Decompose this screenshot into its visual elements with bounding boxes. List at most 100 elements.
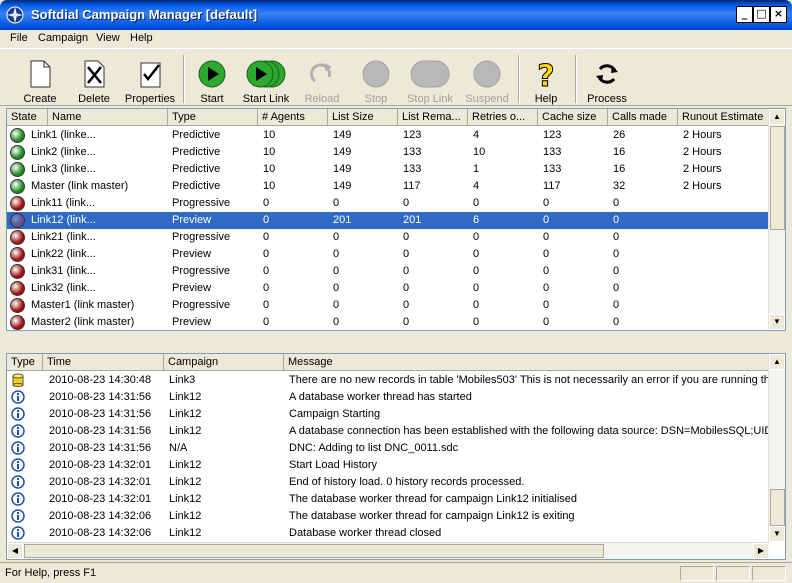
campaign-row[interactable]: Master1 (link master) Progressive 0 0 0 0 0 0 [7,297,770,314]
campaign-row[interactable]: Master2 (link master) Preview 0 0 0 0 0 0 [7,314,770,330]
play-multiple-green-icon [246,60,286,88]
scroll-left-arrow[interactable]: ◀ [7,543,23,559]
col-header-type[interactable]: Type [168,109,258,126]
state-red-indicator-icon [10,281,25,296]
process-button[interactable]: Process [583,53,631,105]
scroll-up-arrow[interactable]: ▲ [769,109,785,125]
help-button[interactable]: ? Help [524,53,568,105]
message-log-list[interactable]: Type Time Campaign Message 2010-08-23 14… [6,353,786,560]
log-time: 2010-08-23 14:31:56 [49,391,152,403]
process-cycle-icon [596,64,618,84]
campaign-row[interactable]: Link2 (linke... Predictive 10 149 133 10 133 16… [7,144,770,161]
log-row[interactable]: 2010-08-23 14:32:06 Link12 Database worker… [7,525,770,542]
campaign-row[interactable]: Link22 (link... Preview 0 0 0 0 0 0 [7,246,770,263]
scroll-thumb[interactable] [770,489,785,526]
title-bar[interactable]: Softdial Campaign Manager [default] _ □ … [0,0,792,30]
campaign-cell-5: 0 [473,299,480,311]
log-campaign: Link12 [169,459,202,471]
col-header-time[interactable]: Time [43,354,164,371]
campaign-row[interactable]: Link11 (link... Progressive 0 0 0 0 0 0 [7,195,770,212]
campaign-cell-3: 0 [333,248,340,260]
campaign-list-vscrollbar[interactable]: ▲ ▼ [768,109,785,330]
properties-checklist-icon [140,62,161,88]
menu-view[interactable]: View [96,32,120,44]
log-row[interactable]: 2010-08-23 14:32:01 Link12 Start Load Hist… [7,457,770,474]
scroll-up-arrow[interactable]: ▲ [769,354,785,370]
campaign-row[interactable]: Link31 (link... Progressive 0 0 0 0 0 0 [7,263,770,280]
col-header-type[interactable]: Type [7,354,43,371]
campaign-cell-1: Progressive [172,299,231,311]
log-list-vscrollbar[interactable]: ▲ ▼ [768,354,785,542]
campaign-cell-6: 0 [543,214,550,226]
close-button[interactable]: × [770,6,787,23]
scroll-down-arrow[interactable]: ▼ [769,314,785,330]
campaign-row[interactable]: Link12 (link... Preview 0 201 201 6 0 0 [7,212,770,229]
log-row[interactable]: 2010-08-23 14:32:01 Link12 End of history … [7,474,770,491]
info-icon [11,458,25,472]
scroll-thumb[interactable] [24,544,604,558]
campaign-row[interactable]: Link3 (linke... Predictive 10 149 133 1 133 16 2… [7,161,770,178]
campaign-cell-0: Master2 (link master) [31,316,135,328]
log-row[interactable]: 2010-08-23 14:30:48 Link3 There are no new… [7,372,770,389]
col-header-message[interactable]: Message [284,354,770,371]
info-icon [11,475,25,489]
col-header-name[interactable]: Name [48,109,168,126]
properties-button[interactable]: Properties [122,53,178,105]
scroll-right-arrow[interactable]: ▶ [753,543,769,559]
log-time: 2010-08-23 14:32:06 [49,510,152,522]
campaign-list[interactable]: State Name Type # Agents List Size List … [6,108,786,331]
menu-campaign[interactable]: Campaign [38,32,88,44]
col-header-list-size[interactable]: List Size [328,109,398,126]
suspend-button[interactable]: Suspend [463,53,511,105]
menu-help[interactable]: Help [130,32,153,44]
campaign-cell-7: 0 [613,214,620,226]
stop-link-button[interactable]: Stop Link [404,53,456,105]
campaign-cell-1: Progressive [172,231,231,243]
log-row[interactable]: 2010-08-23 14:32:06 Link12 The database wo… [7,508,770,525]
col-header-agents[interactable]: # Agents [258,109,328,126]
campaign-list-header: State Name Type # Agents List Size List … [7,109,770,126]
log-message: Database worker thread closed [289,527,442,539]
stop-grey-icon [362,60,390,88]
maximize-button[interactable]: □ [753,6,770,23]
col-header-runout[interactable]: Runout Estimate [678,109,770,126]
log-campaign: Link12 [169,476,202,488]
pane-splitter[interactable] [0,341,792,351]
log-row[interactable]: 2010-08-23 14:31:56 Link12 A database work… [7,389,770,406]
info-icon [11,390,25,404]
col-header-campaign[interactable]: Campaign [164,354,284,371]
start-button[interactable]: Start [190,53,234,105]
state-red-indicator-icon [10,315,25,330]
campaign-cell-3: 149 [333,180,352,192]
col-header-list-remaining[interactable]: List Rema... [398,109,468,126]
create-button[interactable]: Create [16,53,64,105]
col-header-retries[interactable]: Retries o... [468,109,538,126]
scroll-thumb[interactable] [770,126,785,230]
log-row[interactable]: 2010-08-23 14:31:56 Link12 A database conn… [7,423,770,440]
campaign-row[interactable]: Link32 (link... Preview 0 0 0 0 0 0 [7,280,770,297]
status-text: For Help, press F1 [5,567,97,579]
log-row[interactable]: 2010-08-23 14:32:01 Link12 The database wo… [7,491,770,508]
log-row[interactable]: 2010-08-23 14:31:56 Link12 Campaign Starti… [7,406,770,423]
col-header-cache-size[interactable]: Cache size [538,109,608,126]
log-row[interactable]: 2010-08-23 14:31:56 N/A DNC: Adding to lis… [7,440,770,457]
log-list-hscrollbar[interactable]: ◀ ▶ [7,542,770,559]
stop-button[interactable]: Stop [354,53,398,105]
info-icon [11,441,25,455]
state-green-indicator-icon [10,179,25,194]
delete-button[interactable]: Delete [70,53,118,105]
scroll-down-arrow[interactable]: ▼ [769,526,785,542]
minimize-button[interactable]: _ [736,6,753,23]
campaign-cell-2: 0 [263,248,270,260]
campaign-cell-5: 1 [473,163,480,175]
campaign-cell-5: 0 [473,248,480,260]
campaign-row[interactable]: Master (link master) Predictive 10 149 117 4 1… [7,178,770,195]
col-header-calls-made[interactable]: Calls made [608,109,678,126]
campaign-row[interactable]: Link21 (link... Progressive 0 0 0 0 0 0 [7,229,770,246]
campaign-row[interactable]: Link1 (linke... Predictive 10 149 123 4 123 26 2… [7,127,770,144]
start-link-button[interactable]: Start Link [240,53,292,105]
log-campaign: Link12 [169,391,202,403]
reload-button[interactable]: Reload [300,53,344,105]
menu-file[interactable]: File [10,32,28,44]
col-header-state[interactable]: State [7,109,48,126]
